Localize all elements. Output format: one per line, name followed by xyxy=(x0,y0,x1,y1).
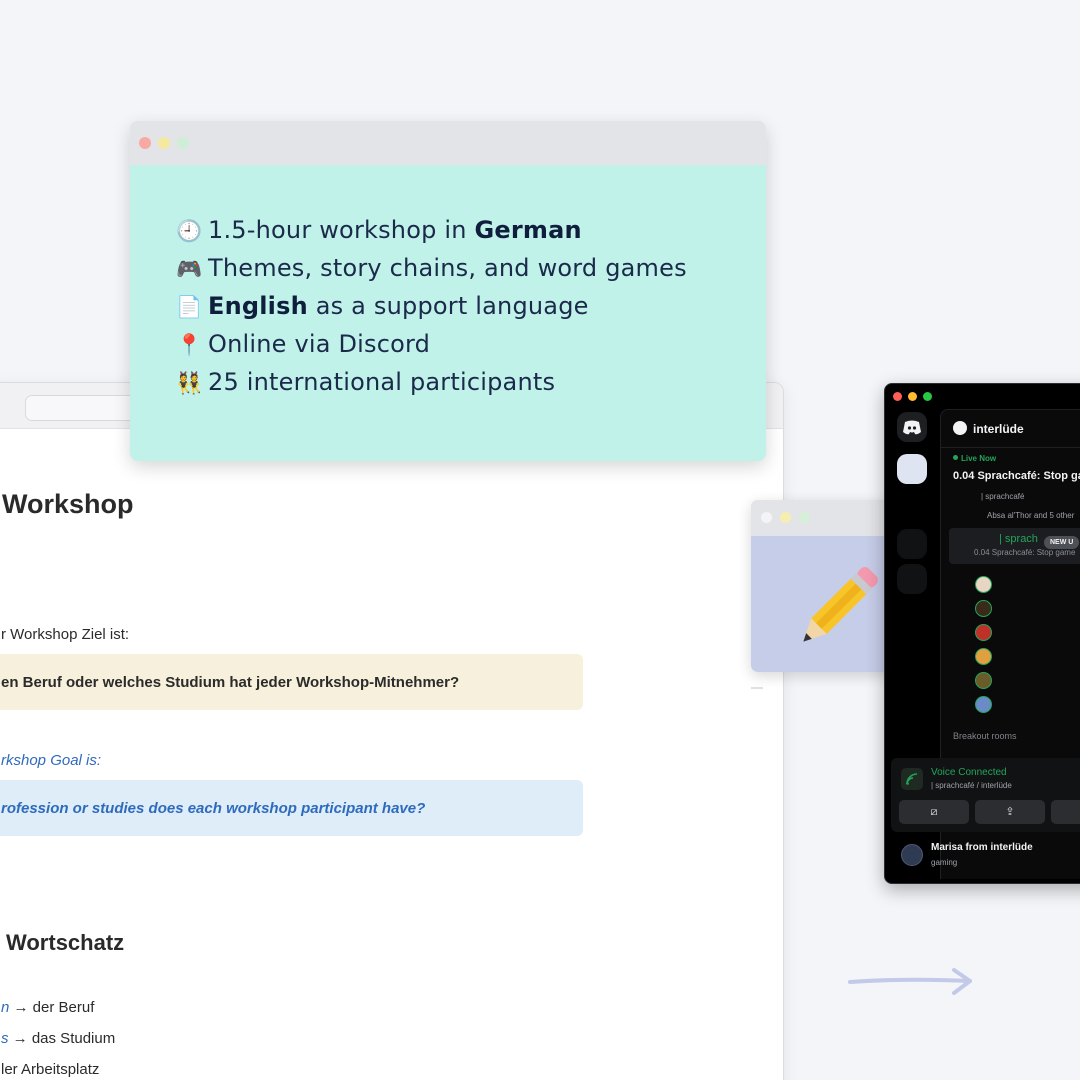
voice-connected-panel: Voice Connected | sprachcafé / interlüde… xyxy=(891,758,1080,832)
avatar[interactable] xyxy=(975,576,992,593)
vocab-definition: ler Arbeitsplatz xyxy=(1,1061,100,1078)
info-item-duration: 🕘 1.5-hour workshop in German xyxy=(176,211,687,249)
maximize-dot-icon[interactable] xyxy=(799,512,810,523)
minimize-dot-icon[interactable] xyxy=(158,137,170,149)
discord-window: interlüde Live Now 0.04 Sprachcafé: Stop… xyxy=(884,383,1080,884)
activity-button[interactable] xyxy=(1051,800,1080,824)
discord-home-button[interactable] xyxy=(897,412,927,442)
screen-share-button[interactable]: ⇪ xyxy=(975,800,1045,824)
event-channel: | sprachcafé xyxy=(981,492,1025,501)
event-title[interactable]: 0.04 Sprachcafé: Stop ga xyxy=(953,470,1080,482)
goal-en-label: rkshop Goal is: xyxy=(1,752,102,769)
pencil-icon xyxy=(803,567,878,642)
goal-en-text: rofession or studies does each workshop … xyxy=(1,799,426,817)
channel-name: | sprach xyxy=(999,533,1038,545)
clock-icon: 🕘 xyxy=(176,219,203,243)
avatar[interactable] xyxy=(975,648,992,665)
event-attendees: Absa al'Thor and 5 other xyxy=(987,511,1075,520)
info-text: Online via Discord xyxy=(208,330,431,358)
info-list: 🕘 1.5-hour workshop in German 🎮 Themes, st… xyxy=(176,211,687,401)
voice-channel[interactable]: | sprach 0.04 Sprachcafé: Stop game NEW … xyxy=(949,528,1080,564)
info-item-themes: 🎮 Themes, story chains, and word games xyxy=(176,249,687,287)
voice-channel-path: | sprachcafé / interlüde xyxy=(931,781,1012,790)
avatar[interactable] xyxy=(975,624,992,641)
discord-logo-icon xyxy=(903,420,921,435)
user-avatar[interactable] xyxy=(901,844,923,866)
goal-en-callout: rofession or studies does each workshop … xyxy=(0,780,583,836)
info-item-location: 📍 Online via Discord xyxy=(176,325,687,363)
info-text: 25 international participants xyxy=(208,368,556,396)
info-item-participants: 👯 25 international participants xyxy=(176,363,687,401)
signal-icon xyxy=(901,768,923,790)
arrow-right-icon xyxy=(848,968,972,995)
info-card-titlebar xyxy=(130,121,766,165)
server-name[interactable]: interlüde xyxy=(973,422,1024,436)
goal-de-text: en Beruf oder welches Studium hat jeder … xyxy=(1,673,460,691)
avatar[interactable] xyxy=(975,696,992,713)
info-bold: English xyxy=(208,292,308,320)
server-icon[interactable] xyxy=(897,529,927,559)
minimize-dot-icon[interactable] xyxy=(908,392,917,401)
vocab-definition: → der Beruf xyxy=(9,999,95,1016)
vocab-heading: Wortschatz xyxy=(6,930,125,955)
info-bold: German xyxy=(474,216,582,244)
vocab-term[interactable]: s xyxy=(1,1030,9,1047)
minimize-dot-icon[interactable] xyxy=(780,512,791,523)
close-dot-icon[interactable] xyxy=(893,392,902,401)
vocab-definition: → das Studium xyxy=(8,1030,116,1047)
info-card: 🕘 1.5-hour workshop in German 🎮 Themes, st… xyxy=(130,121,766,461)
live-indicator: Live Now xyxy=(953,454,996,463)
info-text: 1.5-hour workshop in xyxy=(208,216,475,244)
goal-de-label: r Workshop Ziel ist: xyxy=(1,626,130,643)
vocab-item: n → der Beruf xyxy=(1,999,94,1016)
pin-icon: 📍 xyxy=(176,333,203,357)
close-dot-icon[interactable] xyxy=(139,137,151,149)
maximize-dot-icon[interactable] xyxy=(177,137,189,149)
close-dot-icon[interactable] xyxy=(761,512,772,523)
page-title: Workshop xyxy=(2,489,134,519)
document-icon: 📄 xyxy=(176,295,203,319)
server-badge-icon xyxy=(953,421,967,435)
breakout-rooms-link[interactable]: Breakout rooms xyxy=(953,731,1017,741)
server-icon[interactable] xyxy=(897,564,927,594)
maximize-dot-icon[interactable] xyxy=(923,392,932,401)
info-item-language: 📄 English as a support language xyxy=(176,287,687,325)
camera-off-button[interactable]: ⧄ xyxy=(899,800,969,824)
channel-subtitle: 0.04 Sprachcafé: Stop game xyxy=(974,548,1076,557)
server-icon-interlude[interactable] xyxy=(897,454,927,484)
vocab-item: s → das Studium xyxy=(1,1030,115,1047)
goal-de-callout: en Beruf oder welches Studium hat jeder … xyxy=(0,654,583,710)
document-window: Workshop r Workshop Ziel ist: en Beruf o… xyxy=(0,382,784,1080)
avatar[interactable] xyxy=(975,672,992,689)
vocab-item: ler Arbeitsplatz xyxy=(1,1061,99,1078)
user-status: gaming xyxy=(931,858,958,867)
info-text: as a support language xyxy=(307,292,589,320)
new-unreads-badge[interactable]: NEW U xyxy=(1044,536,1080,549)
people-icon: 👯 xyxy=(176,371,203,395)
info-text: Themes, story chains, and word games xyxy=(208,254,687,282)
avatar[interactable] xyxy=(975,600,992,617)
user-name[interactable]: Marisa from interlüde xyxy=(931,842,1033,853)
game-controller-icon: 🎮 xyxy=(176,257,203,281)
voice-status: Voice Connected xyxy=(931,767,1007,778)
